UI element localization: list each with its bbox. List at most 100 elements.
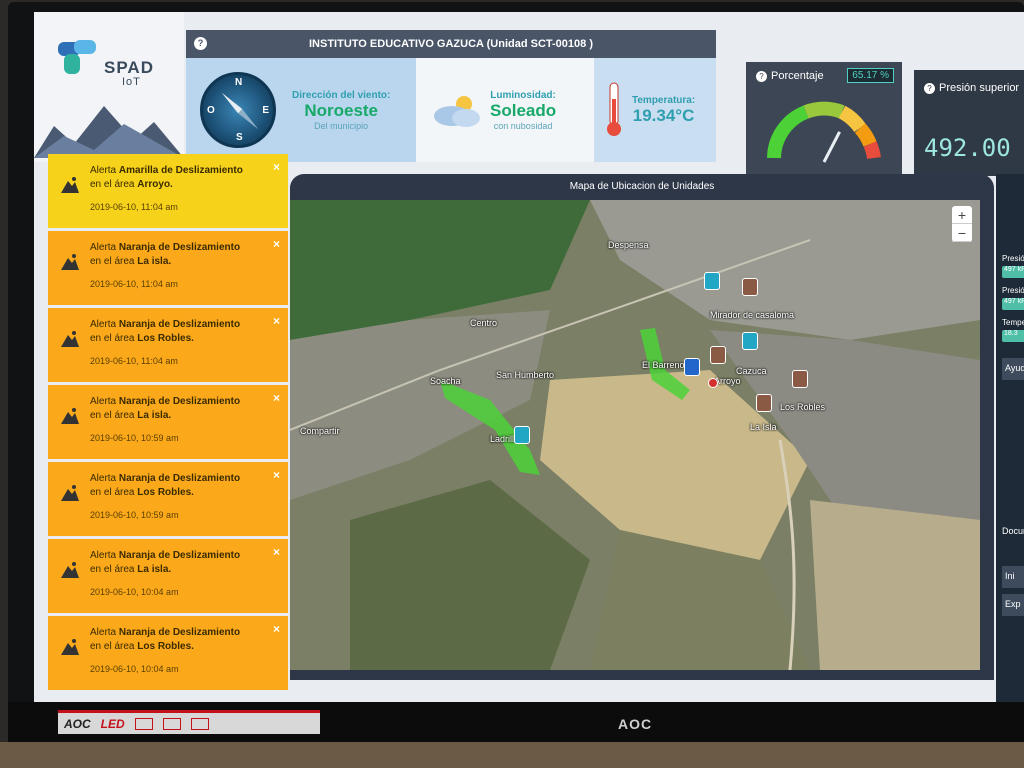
pressure-value: 492.00 KP (924, 134, 1024, 162)
satellite-map[interactable]: + − Despensa Centro Soacha San Humberto … (290, 200, 980, 670)
compass-icon: N E S O (200, 72, 276, 148)
side-panel: Presió 497 kP Presió 497 kP Tempe 18.3 A… (996, 174, 1024, 702)
close-icon[interactable]: × (273, 160, 280, 174)
side-label: Tempe (1002, 318, 1024, 327)
monitor-logo: AOC (618, 716, 653, 732)
alert-item[interactable]: × Alerta Naranja de Deslizamiento en el … (48, 539, 288, 613)
alert-date: 2019-06-10, 10:59 am (90, 510, 179, 520)
place-arroyo: Arroyo (714, 376, 741, 386)
brand-name: SPAD (104, 58, 154, 77)
unit-info-header: ? INSTITUTO EDUCATIVO GAZUCA (Unidad SCT… (186, 30, 716, 58)
unit-marker[interactable] (742, 332, 758, 350)
percentage-panel: ? Porcentaje 65.17 % (746, 62, 902, 174)
zoom-in-button[interactable]: + (952, 206, 972, 224)
brand-suffix: IoT (122, 76, 141, 88)
gauge-needle (822, 131, 841, 163)
close-icon[interactable]: × (273, 314, 280, 328)
unit-marker[interactable] (742, 278, 758, 296)
alert-date: 2019-06-10, 11:04 am (90, 356, 178, 366)
screen: SPAD IoT ? INSTITUTO EDUCATIVO GAZUCA (U… (34, 12, 1024, 702)
monitor-bezel: AOC LED AOC (8, 702, 1024, 742)
place-centro: Centro (470, 318, 498, 328)
alert-marker[interactable] (708, 378, 718, 388)
compass-needle (219, 90, 260, 131)
luminosity-label: Luminosidad: (490, 89, 556, 101)
temperature-value: 19.34°C (632, 105, 695, 125)
unit-marker[interactable] (514, 426, 530, 444)
luminosity-sub: con nubosidad (493, 120, 553, 131)
place-soacha: Soacha (430, 376, 461, 386)
map-zoom-controls: + − (952, 206, 972, 242)
place-compartir: Compartir (300, 426, 340, 436)
start-button[interactable]: Ini (1002, 566, 1024, 588)
unit-marker[interactable] (792, 370, 808, 388)
help-icon[interactable]: ? (924, 83, 935, 94)
landslide-icon (61, 254, 79, 270)
mountains-illustration (34, 106, 184, 158)
wind-value: Noroeste (304, 100, 379, 120)
luminosity-value: Soleado (490, 100, 557, 120)
alert-item[interactable]: × Alerta Naranja de Deslizamiento en el … (48, 231, 288, 305)
alert-date: 2019-06-10, 11:04 am (90, 279, 178, 289)
pressure-title: ? Presión superior (924, 82, 1019, 94)
temperature-cell: Temperatura: 19.34°C (594, 58, 716, 162)
unit-title: INSTITUTO EDUCATIVO GAZUCA (Unidad SCT-0… (309, 38, 593, 50)
close-icon[interactable]: × (273, 237, 280, 251)
help-button[interactable]: Ayuda (1002, 358, 1024, 380)
place-los-robles: Los Robles (780, 402, 826, 412)
landslide-icon (61, 408, 79, 424)
alert-item[interactable]: × Alerta Naranja de Deslizamiento en el … (48, 308, 288, 382)
map-panel: Mapa de Ubicacion de Unidades + − Despen… (290, 174, 994, 680)
close-icon[interactable]: × (273, 468, 280, 482)
place-el-barreno: El Barreno (642, 360, 685, 370)
close-icon[interactable]: × (273, 391, 280, 405)
temperature-label: Temperatura: (632, 94, 696, 106)
alert-item[interactable]: × Alerta Naranja de Deslizamiento en el … (48, 385, 288, 459)
side-label: Presió (1002, 254, 1024, 263)
wind-label: Dirección del viento: (292, 89, 391, 101)
unit-marker[interactable] (756, 394, 772, 412)
alert-date: 2019-06-10, 10:04 am (90, 587, 179, 597)
close-icon[interactable]: × (273, 545, 280, 559)
unit-marker[interactable] (710, 346, 726, 364)
place-despensa: Despensa (608, 240, 649, 250)
alert-item[interactable]: × Alerta Naranja de Deslizamiento en el … (48, 462, 288, 536)
side-value: 497 kP (1002, 298, 1024, 310)
alert-date: 2019-06-10, 11:04 am (90, 202, 178, 212)
luminosity-cell: Luminosidad: Soleado con nubosidad (416, 58, 594, 162)
percentage-gauge (767, 101, 881, 163)
spad-logo-icon (58, 40, 96, 74)
map-terrain (290, 200, 980, 670)
zoom-out-button[interactable]: − (952, 224, 972, 242)
documents-label: Documen (1002, 526, 1024, 536)
desk-surface (0, 742, 1024, 768)
landslide-icon (61, 562, 79, 578)
help-icon[interactable]: ? (194, 37, 207, 50)
export-button[interactable]: Exp (1002, 594, 1024, 616)
wind-cell: N E S O Dirección del viento: Noroeste D… (186, 58, 416, 162)
place-la-isla: La Isla (750, 422, 777, 432)
unit-marker[interactable] (684, 358, 700, 376)
brand-area: SPAD IoT (34, 12, 184, 162)
thermometer-icon (607, 82, 621, 136)
place-mirador: Mirador de casaloma (710, 310, 795, 320)
monitor-sticker: AOC LED (58, 710, 320, 734)
partly-cloudy-icon (434, 96, 480, 127)
alert-item[interactable]: × Alerta Amarilla de Deslizamiento en el… (48, 154, 288, 228)
monitor-frame: SPAD IoT ? INSTITUTO EDUCATIVO GAZUCA (U… (8, 2, 1024, 742)
unit-marker[interactable] (704, 272, 720, 290)
wind-sub: Del municipio (314, 120, 369, 131)
place-san-humberto: San Humberto (496, 370, 555, 380)
place-cazuca: Cazuca (736, 366, 767, 376)
alert-item[interactable]: × Alerta Naranja de Deslizamiento en el … (48, 616, 288, 690)
side-value: 497 kP (1002, 266, 1024, 278)
close-icon[interactable]: × (273, 622, 280, 636)
pressure-panel: ?Presión superior 492.00 KP (914, 70, 1024, 176)
map-title: Mapa de Ubicacion de Unidades (569, 181, 715, 192)
alerts-list: × Alerta Amarilla de Deslizamiento en el… (48, 154, 288, 702)
alert-date: 2019-06-10, 10:04 am (90, 664, 179, 674)
alert-date: 2019-06-10, 10:59 am (90, 433, 179, 443)
side-value: 18.3 (1002, 330, 1024, 342)
landslide-icon (61, 177, 79, 193)
side-label: Presió (1002, 286, 1024, 295)
